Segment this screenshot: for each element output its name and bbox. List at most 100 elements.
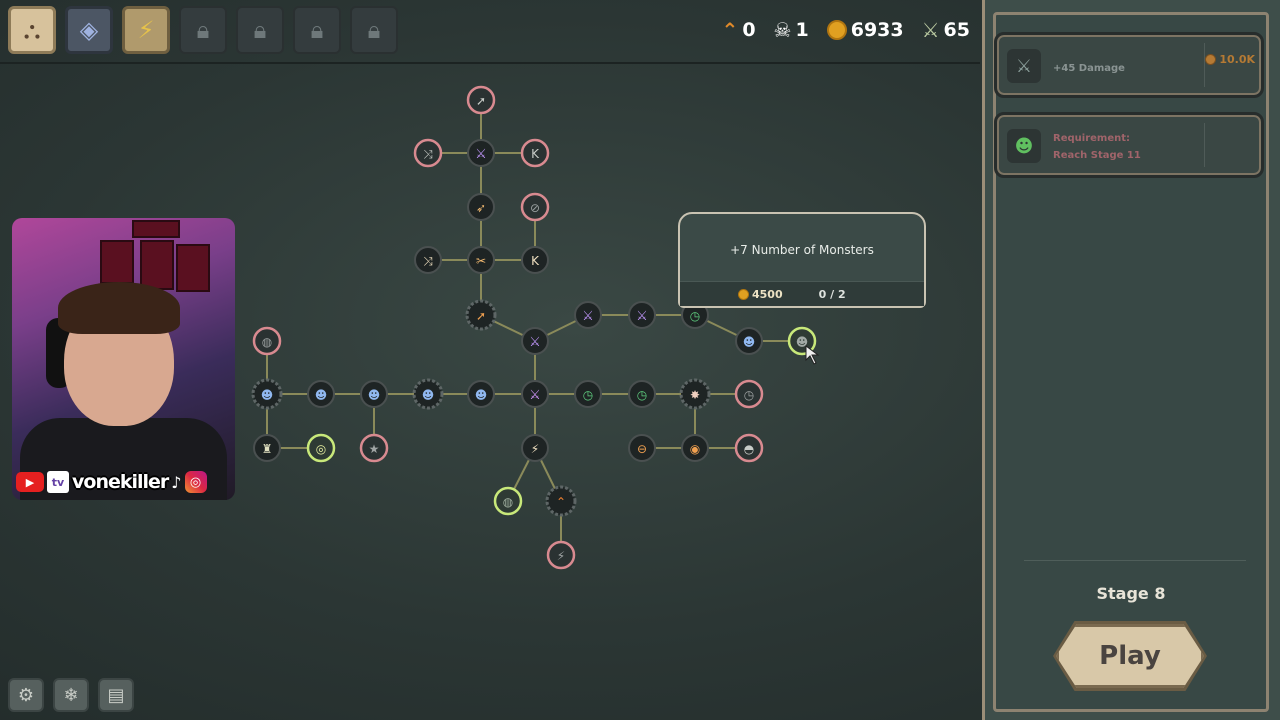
svg-text:⊖: ⊖ — [637, 442, 647, 456]
svg-text:♜: ♜ — [262, 442, 273, 456]
svg-text:⚔: ⚔ — [636, 309, 648, 324]
upgrade-cost: 10.0K — [1205, 53, 1255, 66]
svg-text:◍: ◍ — [503, 495, 514, 509]
skill-node[interactable]: ◷ — [628, 380, 656, 408]
svg-text:☻: ☻ — [315, 388, 328, 402]
skill-node[interactable]: ➚ — [466, 85, 496, 115]
skill-node[interactable]: ⚔ — [521, 380, 549, 408]
skill-tooltip: +7 Number of Monsters 4500 0 / 2 — [678, 212, 926, 308]
skill-node[interactable]: ⌃ — [545, 485, 577, 517]
svg-text:⊘: ⊘ — [530, 201, 540, 215]
webcam-overlay: ▶ tv vonekiller ♪ ◎ — [12, 218, 235, 500]
wall-poster — [176, 244, 210, 292]
svg-text:◎: ◎ — [316, 442, 326, 456]
tooltip-footer: 4500 0 / 2 — [680, 281, 924, 306]
skill-node[interactable]: K — [521, 246, 549, 274]
skill-node[interactable]: ⤨ — [414, 246, 442, 274]
wall-poster — [132, 220, 180, 238]
skill-node[interactable]: ◍ — [252, 326, 282, 356]
skill-node[interactable]: ⚔ — [521, 327, 549, 355]
skill-node[interactable]: ⚔ — [574, 301, 602, 329]
skill-node[interactable]: ⤨ — [413, 138, 443, 168]
skill-node[interactable]: K — [520, 138, 550, 168]
svg-text:✸: ✸ — [690, 388, 700, 402]
svg-text:⚔: ⚔ — [475, 147, 487, 162]
skill-node[interactable]: ⚡ — [546, 540, 576, 570]
monster-icon: ☻ — [1007, 129, 1041, 163]
svg-text:☻: ☻ — [743, 335, 756, 349]
svg-text:K: K — [531, 254, 540, 268]
coin-icon — [738, 288, 749, 300]
svg-text:◉: ◉ — [690, 442, 700, 456]
requirement-card: ☻ Requirement: Reach Stage 11 — [994, 112, 1264, 178]
youtube-icon: ▶ — [16, 472, 44, 492]
skill-node[interactable]: ♜ — [253, 434, 281, 462]
skill-node[interactable]: ☻ — [467, 380, 495, 408]
svg-text:☻: ☻ — [422, 388, 435, 402]
svg-text:⚡: ⚡ — [531, 442, 539, 456]
svg-text:⌃: ⌃ — [556, 495, 566, 509]
skill-node[interactable]: ◷ — [574, 380, 602, 408]
requirement-label: Requirement: — [1053, 133, 1131, 144]
tooltip-cost: 4500 — [738, 288, 783, 301]
clipboard-button[interactable]: ▤ — [98, 678, 134, 712]
stage-label: Stage 8 — [1096, 584, 1166, 603]
skill-node[interactable]: ◷ — [734, 379, 764, 409]
svg-text:⤨: ⤨ — [423, 254, 433, 268]
skill-node[interactable]: ☻ — [251, 378, 283, 410]
instagram-icon: ◎ — [184, 471, 207, 493]
card-divider — [1204, 123, 1205, 167]
svg-text:◷: ◷ — [744, 388, 755, 402]
svg-text:⚔: ⚔ — [529, 335, 541, 350]
skill-node[interactable]: ☻ — [360, 380, 388, 408]
skill-node[interactable]: ⊘ — [520, 192, 550, 222]
skill-node[interactable]: ◉ — [681, 434, 709, 462]
svg-text:◷: ◷ — [583, 388, 594, 402]
skill-node[interactable]: ⊖ — [628, 434, 656, 462]
skill-node[interactable]: ◍ — [493, 486, 523, 516]
bottom-toolbar: ⚙ ❄ ▤ — [8, 678, 134, 712]
social-handle-bar: ▶ tv vonekiller ♪ ◎ — [12, 464, 235, 500]
svg-text:☻: ☻ — [368, 388, 381, 402]
skill-node[interactable]: ◎ — [306, 433, 336, 463]
svg-text:☻: ☻ — [261, 388, 274, 402]
tiktok-icon: ♪ — [171, 472, 182, 492]
wall-poster — [100, 240, 134, 284]
skill-node[interactable]: ★ — [359, 433, 389, 463]
skill-node[interactable]: ✸ — [679, 378, 711, 410]
skill-node[interactable]: ⚔ — [628, 301, 656, 329]
skill-node[interactable]: ⚡ — [521, 434, 549, 462]
skill-node[interactable]: ◓ — [734, 433, 764, 463]
tree-nodes: ➚ ⤨ K ⊘ ◍ ★ ◷ ◓ ⚡ ⚔ ➶ ⤨ ✂ K ➚ ⚔ ⚔ ⚔ ◷ ☻ … — [251, 85, 820, 570]
svg-text:➚: ➚ — [476, 309, 486, 323]
skill-node[interactable]: ✂ — [467, 246, 495, 274]
svg-text:⚔: ⚔ — [582, 309, 594, 324]
skill-node[interactable]: ☻ — [735, 327, 763, 355]
upgrade-card-damage[interactable]: ⚔ +45 Damage 10.0K — [994, 32, 1264, 98]
coin-icon — [1205, 54, 1217, 65]
gear-icon: ⚙ — [17, 684, 35, 706]
swords-icon: ⚔ — [1007, 49, 1041, 83]
skill-node[interactable]: ☻ — [307, 380, 335, 408]
svg-text:◷: ◷ — [637, 388, 648, 402]
effects-button[interactable]: ❄ — [53, 678, 89, 712]
streamer-hair — [58, 282, 180, 334]
play-button[interactable]: Play — [1056, 624, 1204, 688]
settings-button[interactable]: ⚙ — [8, 678, 44, 712]
requirement-value: Reach Stage 11 — [1053, 150, 1141, 161]
skill-node[interactable]: ➶ — [467, 193, 495, 221]
svg-text:◷: ◷ — [690, 309, 701, 323]
snowflake-icon: ❄ — [63, 684, 79, 706]
upgrade-text: +45 Damage — [1053, 63, 1125, 74]
panel-divider — [1024, 560, 1246, 561]
svg-text:➶: ➶ — [476, 201, 486, 215]
skill-node[interactable]: ⚔ — [467, 139, 495, 167]
svg-text:⤨: ⤨ — [423, 147, 433, 161]
skill-node[interactable]: ☻ — [412, 378, 444, 410]
svg-text:★: ★ — [369, 442, 380, 456]
streamer-handle: vonekiller — [72, 471, 169, 493]
svg-text:⚔: ⚔ — [529, 388, 541, 403]
skill-node[interactable]: ➚ — [465, 299, 497, 331]
svg-text:◓: ◓ — [744, 442, 754, 456]
twitch-icon: tv — [47, 471, 69, 493]
